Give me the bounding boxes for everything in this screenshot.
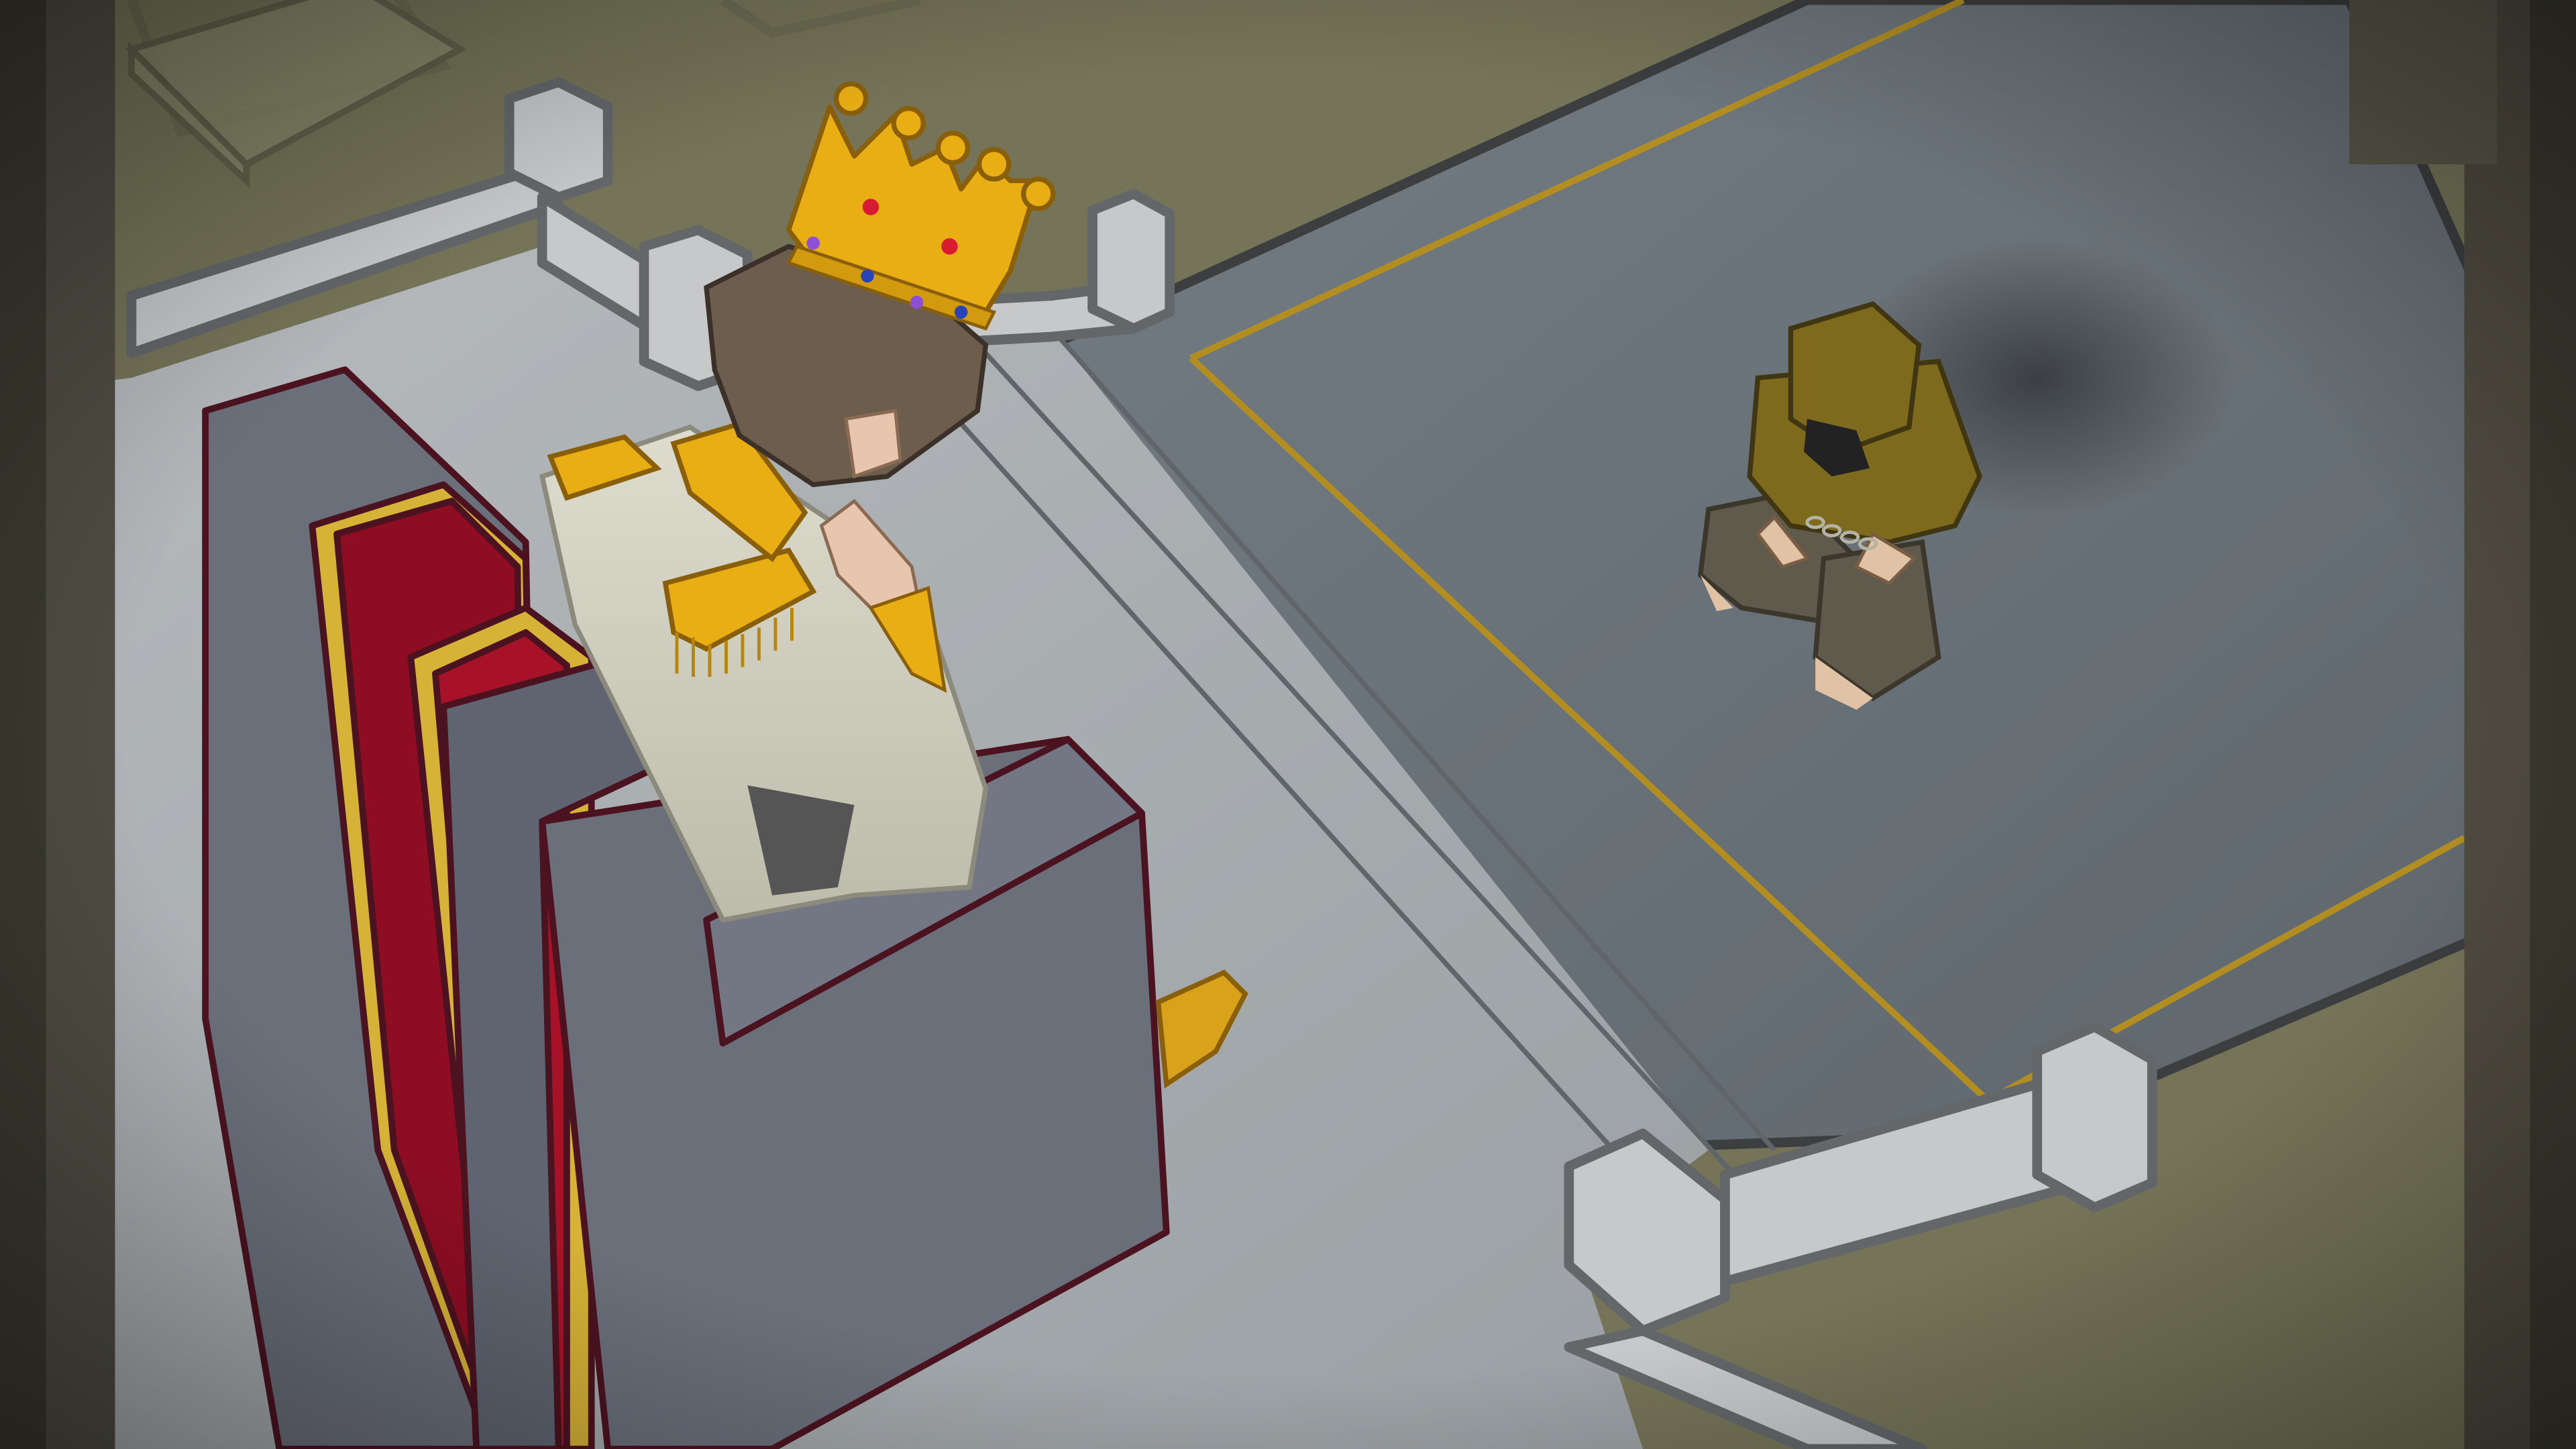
throne-room-scene <box>0 0 2576 1449</box>
throne-room-illustration <box>0 0 2576 1449</box>
vignette <box>0 0 2576 1449</box>
